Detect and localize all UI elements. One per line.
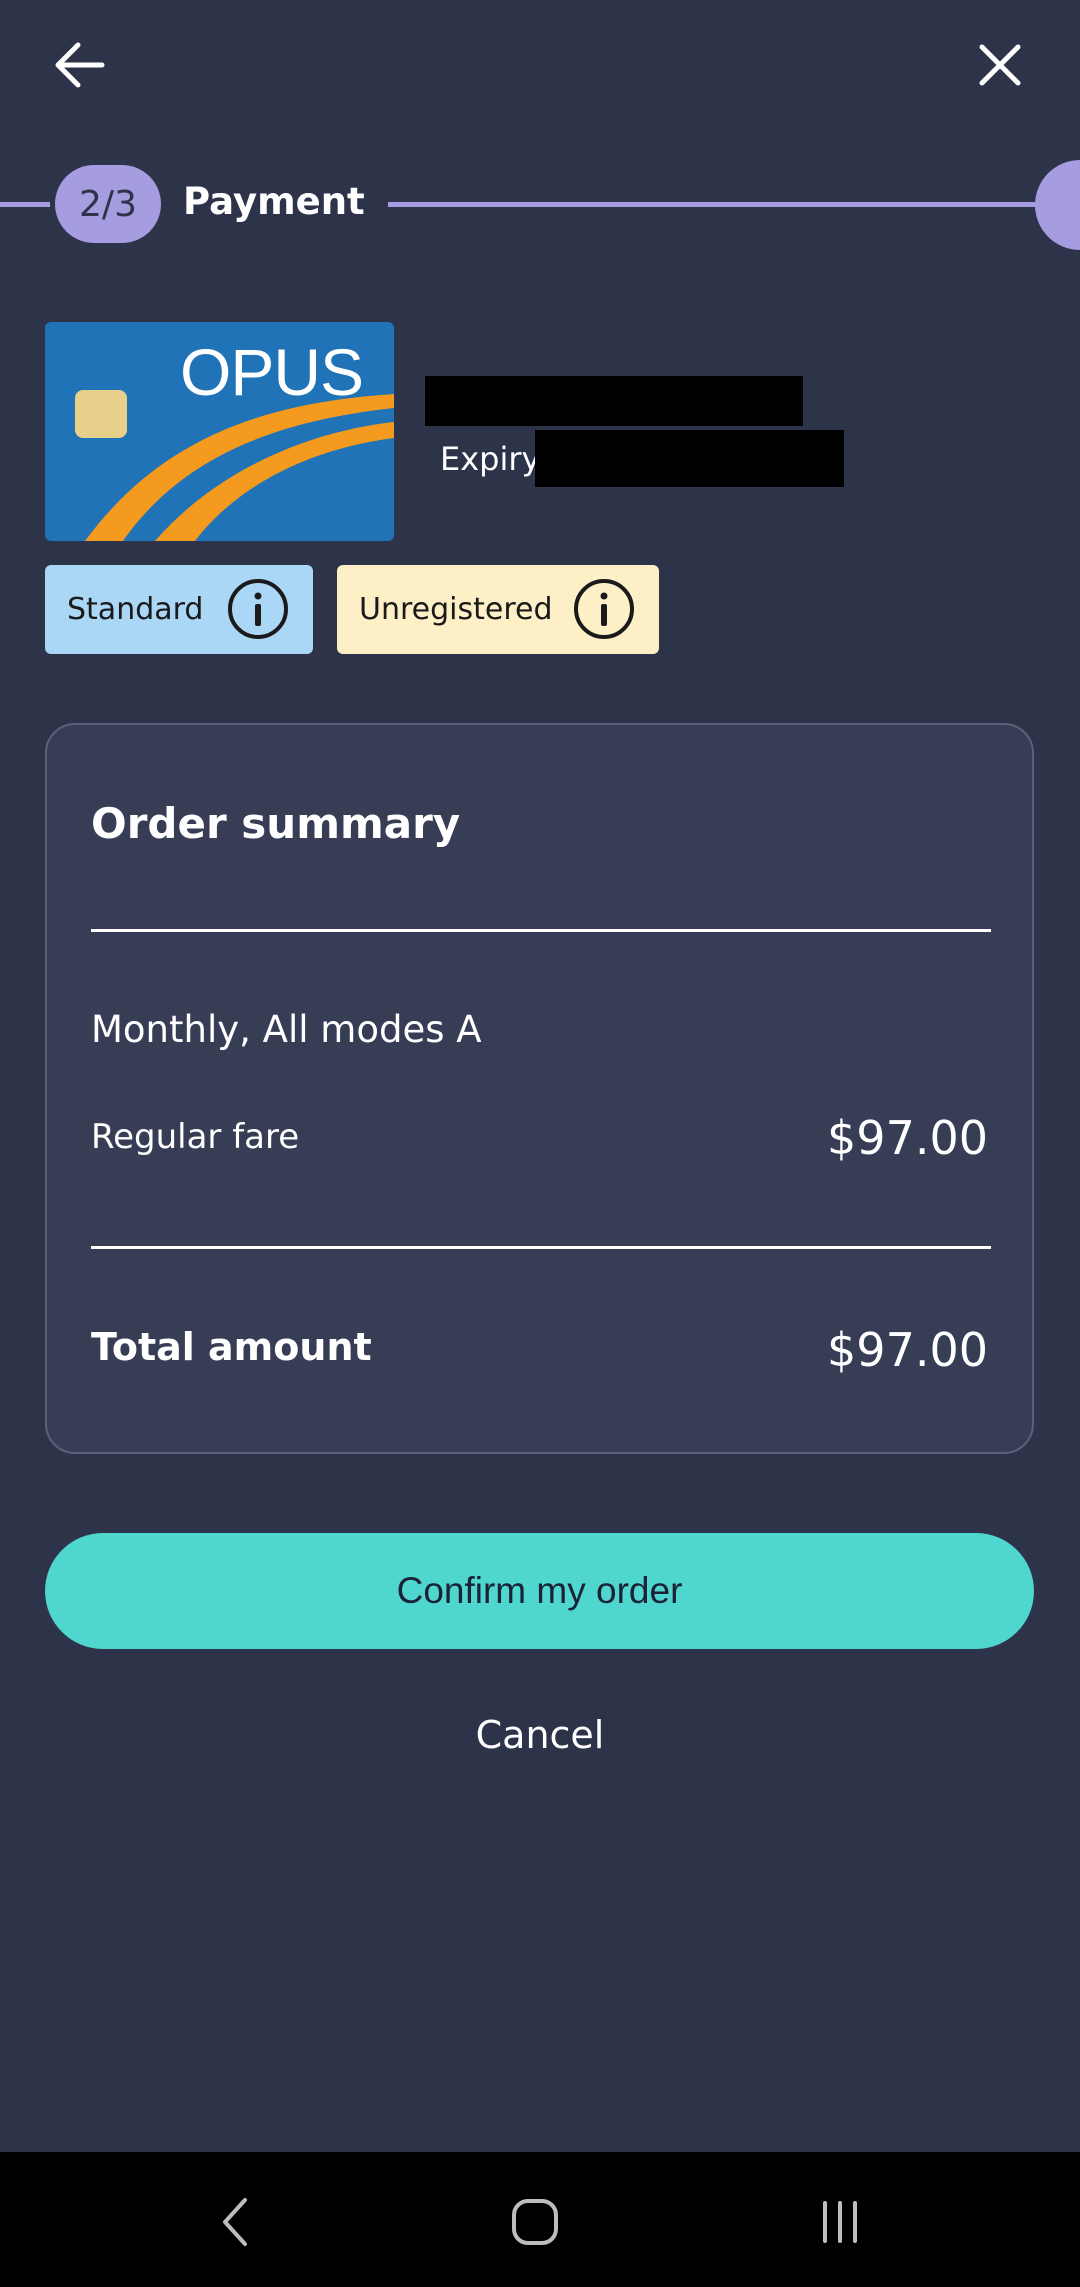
unregistered-badge[interactable]: Unregistered (337, 565, 659, 654)
stepper-line-left (0, 202, 50, 207)
step-indicator: 2/3 (55, 165, 161, 243)
close-icon[interactable] (955, 20, 1045, 110)
divider (91, 1246, 991, 1249)
standard-badge-label: Standard (67, 592, 204, 627)
progress-stepper: 2/3 Payment (0, 160, 1080, 250)
divider (91, 929, 991, 932)
top-bar (0, 0, 1080, 130)
confirm-order-button[interactable]: Confirm my order (45, 1533, 1034, 1649)
standard-badge[interactable]: Standard (45, 565, 313, 654)
nav-home-icon[interactable] (495, 2182, 575, 2262)
stepper-line-right (388, 202, 1048, 207)
order-summary-title: Order summary (91, 799, 461, 848)
nav-back-icon[interactable] (195, 2182, 275, 2262)
total-value: $97.00 (827, 1323, 988, 1377)
info-icon[interactable] (227, 578, 289, 640)
opus-logo: OPUS (180, 335, 364, 409)
product-name: Monthly, All modes A (91, 1008, 482, 1051)
expiry-label: Expiry: (440, 440, 549, 478)
next-step-dot (1035, 160, 1080, 250)
cancel-button[interactable]: Cancel (390, 1705, 690, 1765)
fare-label: Regular fare (91, 1117, 300, 1157)
system-navigation-bar (0, 2152, 1080, 2287)
redacted-card-name (425, 376, 803, 426)
fare-value: $97.00 (827, 1111, 988, 1165)
total-label: Total amount (91, 1325, 372, 1369)
redacted-expiry-value (535, 430, 844, 487)
arrow-left-icon[interactable] (35, 20, 125, 110)
info-icon[interactable] (573, 578, 635, 640)
unregistered-badge-label: Unregistered (359, 592, 553, 627)
nav-recents-icon[interactable] (800, 2182, 880, 2262)
step-label: Payment (183, 180, 365, 223)
order-summary-card: Order summary Monthly, All modes A Regul… (45, 723, 1034, 1454)
card-chip (75, 390, 127, 438)
opus-card-image: OPUS (45, 322, 394, 541)
